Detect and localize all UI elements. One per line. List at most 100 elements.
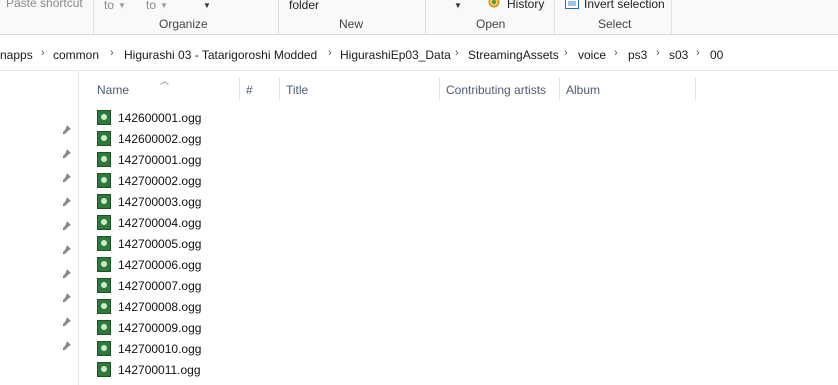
pin-icon[interactable] <box>61 316 73 328</box>
breadcrumb-item[interactable]: Higurashi 03 - Tatarigoroshi Modded <box>124 48 317 62</box>
file-name: 142700007.ogg <box>118 279 202 293</box>
file-name: 142700005.ogg <box>118 237 202 251</box>
ogg-file-icon <box>97 215 111 230</box>
open-group-label: Open <box>476 17 506 31</box>
ribbon-separator <box>554 0 555 34</box>
file-row[interactable]: 142700007.ogg <box>97 276 297 297</box>
file-name: 142700009.ogg <box>118 321 202 335</box>
column-divider[interactable] <box>279 78 280 100</box>
sort-ascending-icon: ︿ <box>160 76 170 86</box>
pin-icon[interactable] <box>61 220 73 232</box>
column-divider[interactable] <box>559 78 560 100</box>
breadcrumb-chevron-icon[interactable]: › <box>656 47 660 59</box>
file-name: 142700003.ogg <box>118 195 202 209</box>
history-icon <box>488 0 500 8</box>
pin-icon[interactable] <box>61 172 73 184</box>
file-name: 142700001.ogg <box>118 153 202 167</box>
file-row[interactable]: 142700011.ogg <box>97 360 297 381</box>
address-bar[interactable]: napps › common › Higurashi 03 - Tatarigo… <box>0 40 838 71</box>
breadcrumb-item[interactable]: StreamingAssets <box>468 48 559 62</box>
breadcrumb-chevron-icon[interactable]: › <box>41 47 45 59</box>
file-row[interactable]: 142600001.ogg <box>97 108 297 129</box>
column-divider[interactable] <box>695 78 696 100</box>
move-to-button[interactable]: to <box>104 0 114 12</box>
history-button[interactable]: History <box>507 0 544 11</box>
select-group-label: Select <box>598 17 632 31</box>
breadcrumb-chevron-icon[interactable]: › <box>110 47 114 59</box>
file-name: 142600002.ogg <box>118 132 202 146</box>
file-row[interactable]: 142700001.ogg <box>97 150 297 171</box>
ribbon-separator <box>671 0 672 34</box>
copy-to-button[interactable]: to <box>146 0 156 12</box>
file-row[interactable]: 142700003.ogg <box>97 192 297 213</box>
ogg-file-icon <box>97 362 111 377</box>
ribbon-separator <box>278 0 279 34</box>
delete-dropdown-icon[interactable]: ▼ <box>203 1 211 10</box>
pin-icon[interactable] <box>61 340 73 352</box>
breadcrumb-chevron-icon[interactable]: › <box>328 47 332 59</box>
breadcrumb-chevron-icon[interactable]: › <box>696 47 700 59</box>
file-row[interactable]: 142700008.ogg <box>97 297 297 318</box>
breadcrumb-chevron-icon[interactable]: › <box>614 47 618 59</box>
ribbon-separator <box>93 0 94 34</box>
ogg-file-icon <box>97 194 111 209</box>
pin-icon[interactable] <box>61 148 73 160</box>
copy-to-dropdown-icon[interactable]: ▼ <box>160 1 168 10</box>
file-row[interactable]: 142700010.ogg <box>97 339 297 360</box>
breadcrumb-item[interactable]: ps3 <box>628 48 647 62</box>
file-row[interactable]: 142700005.ogg <box>97 234 297 255</box>
breadcrumb-chevron-icon[interactable]: › <box>455 47 459 59</box>
file-name: 142700006.ogg <box>118 258 202 272</box>
ogg-file-icon <box>97 257 111 272</box>
column-header-name[interactable]: Name <box>97 83 129 97</box>
ogg-file-icon <box>97 278 111 293</box>
file-name: 142700008.ogg <box>118 300 202 314</box>
pin-icon[interactable] <box>61 196 73 208</box>
ogg-file-icon <box>97 299 111 314</box>
column-divider[interactable] <box>439 78 440 100</box>
file-row[interactable]: 142700004.ogg <box>97 213 297 234</box>
new-folder-button[interactable]: folder <box>289 0 319 12</box>
organize-group-label: Organize <box>159 17 208 31</box>
invert-selection-button[interactable]: Invert selection <box>584 0 665 11</box>
file-row[interactable]: 142700006.ogg <box>97 255 297 276</box>
breadcrumb-chevron-icon[interactable]: › <box>564 47 568 59</box>
file-name: 142700010.ogg <box>118 342 202 356</box>
paste-shortcut-button[interactable]: Paste shortcut <box>6 0 83 10</box>
ogg-file-icon <box>97 152 111 167</box>
ribbon-separator <box>425 0 426 34</box>
navigation-pane-divider[interactable] <box>78 70 79 385</box>
new-group-label: New <box>339 17 364 31</box>
invert-selection-icon <box>565 0 579 9</box>
breadcrumb-item[interactable]: HigurashiEp03_Data <box>340 48 451 62</box>
column-header-number[interactable]: # <box>246 83 253 97</box>
breadcrumb-item[interactable]: voice <box>578 48 606 62</box>
ogg-file-icon <box>97 320 111 335</box>
column-header-contributing-artists[interactable]: Contributing artists <box>446 83 546 97</box>
pin-icon[interactable] <box>61 124 73 136</box>
ogg-file-icon <box>97 236 111 251</box>
pin-icon[interactable] <box>61 292 73 304</box>
breadcrumb-item-current[interactable]: 00 <box>710 48 723 62</box>
file-row[interactable]: 142700002.ogg <box>97 171 297 192</box>
file-name: 142600001.ogg <box>118 111 202 125</box>
ogg-file-icon <box>97 110 111 125</box>
breadcrumb-item[interactable]: s03 <box>669 48 688 62</box>
ogg-file-icon <box>97 131 111 146</box>
column-header-title[interactable]: Title <box>286 83 308 97</box>
ogg-file-icon <box>97 341 111 356</box>
file-name: 142700004.ogg <box>118 216 202 230</box>
file-row[interactable]: 142700009.ogg <box>97 318 297 339</box>
breadcrumb-item[interactable]: common <box>53 48 99 62</box>
column-header-album[interactable]: Album <box>566 83 600 97</box>
new-item-dropdown-icon[interactable]: ▼ <box>454 1 462 10</box>
column-divider[interactable] <box>239 78 240 100</box>
pin-icon[interactable] <box>61 268 73 280</box>
file-name: 142700002.ogg <box>118 174 202 188</box>
ribbon: Paste shortcut to ▼ to ▼ ▼ Organize fold… <box>0 0 838 35</box>
ogg-file-icon <box>97 173 111 188</box>
breadcrumb-item[interactable]: napps <box>0 48 33 62</box>
pin-icon[interactable] <box>61 244 73 256</box>
file-row[interactable]: 142600002.ogg <box>97 129 297 150</box>
move-to-dropdown-icon[interactable]: ▼ <box>118 1 126 10</box>
